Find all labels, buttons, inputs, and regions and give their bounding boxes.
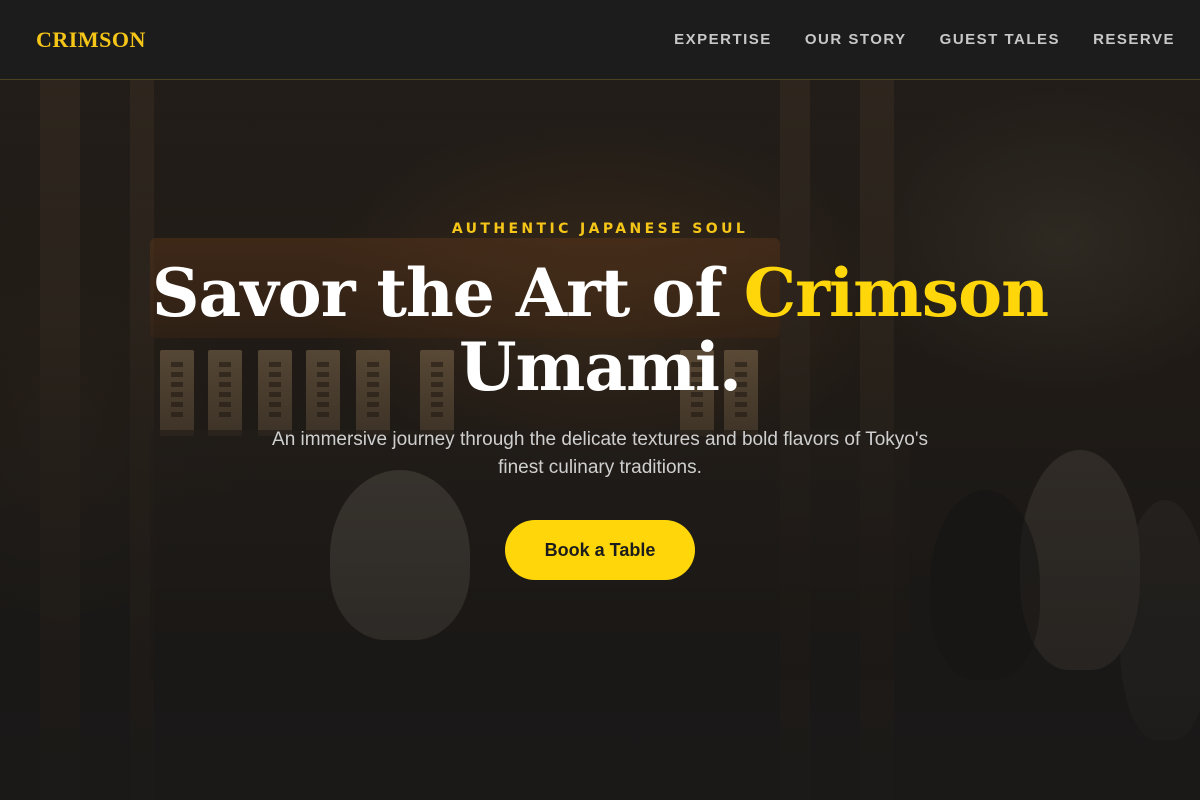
hero-subtitle: An immersive journey through the delicat… — [272, 429, 928, 478]
book-table-button[interactable]: Book a Table — [505, 520, 695, 580]
headline-text-line2: Umami. — [458, 328, 742, 406]
headline-accent: Crimson — [743, 254, 1049, 332]
nav-link-guest-tales[interactable]: GUEST TALES — [940, 31, 1060, 48]
nav-link-our-story[interactable]: OUR STORY — [805, 31, 907, 48]
nav-link-expertise[interactable]: EXPERTISE — [674, 31, 772, 48]
main-nav: EXPERTISE OUR STORY GUEST TALES RESERVE — [674, 31, 1175, 48]
hero-eyebrow: AUTHENTIC JAPANESE SOUL — [451, 221, 749, 237]
brand-logo[interactable]: CRIMSON — [36, 27, 146, 53]
nav-link-reserve[interactable]: RESERVE — [1093, 31, 1175, 48]
hero-headline: Savor the Art of Crimson Umami. — [100, 256, 1100, 404]
site-header: CRIMSON EXPERTISE OUR STORY GUEST TALES … — [0, 0, 1200, 80]
headline-text: Savor the Art of — [151, 254, 744, 332]
